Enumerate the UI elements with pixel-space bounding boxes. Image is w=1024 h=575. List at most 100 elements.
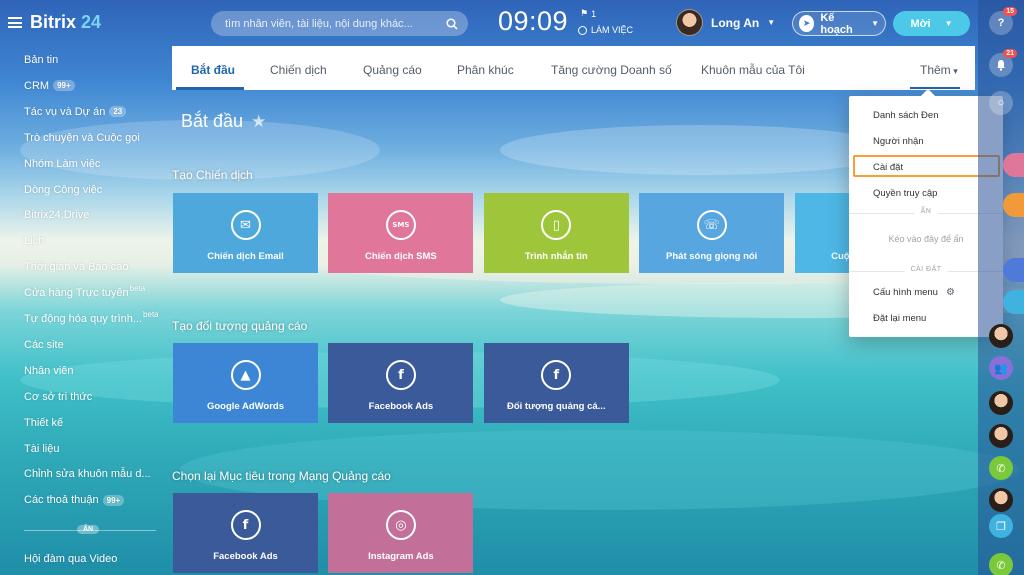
sidebar-item[interactable]: Thời gian và Báo cáo xyxy=(24,261,128,273)
right-panel: ? 15 21 ○ 👥 ✆ ❐ ✆ xyxy=(978,0,1024,575)
tab-4[interactable]: Tăng cường Doanh số xyxy=(551,63,672,77)
tile-tiles1-1[interactable]: SMS Chiến dịch SMS xyxy=(328,193,474,273)
tab-1[interactable]: Chiến dịch xyxy=(270,63,327,77)
copy-icon: ❐ xyxy=(996,520,1006,533)
group-chat-button[interactable]: 👥 xyxy=(989,356,1013,380)
tile-tiles1-0[interactable]: ✉ Chiến dịch Email xyxy=(173,193,318,273)
panel-edge-item[interactable] xyxy=(1003,193,1024,217)
sidebar-item[interactable]: Cửa hàng Trực tuyến beta xyxy=(24,284,145,300)
count-badge: 99+ xyxy=(53,80,75,92)
user-menu[interactable]: Long An ▼ xyxy=(676,9,775,36)
sidebar-item[interactable]: Cơ sở tri thức xyxy=(24,391,92,403)
chevron-down-icon: ▾ xyxy=(950,66,958,76)
tab-bar: Bắt đầu Chiến dịch Quảng cáo Phân khúc Tăng … xyxy=(172,46,975,90)
plan-button[interactable]: ➤ Kế hoạch ▼ xyxy=(792,11,886,36)
active-tab-underline xyxy=(176,87,244,90)
help-button[interactable]: ? 15 xyxy=(989,7,1017,35)
tile-label: Phát sóng giọng nói xyxy=(666,251,758,262)
sidebar-item[interactable]: Tài liệu xyxy=(24,443,59,455)
flag-icon: ⚑ xyxy=(580,8,589,18)
menu-icon[interactable] xyxy=(8,17,22,28)
sms-icon: SMS xyxy=(385,210,416,240)
search-bar[interactable] xyxy=(211,11,468,36)
phone-icon: ✆ xyxy=(996,559,1006,572)
menu-item-configure[interactable]: Cấu hình menu ⚙ xyxy=(873,287,955,298)
star-icon[interactable]: ★ xyxy=(251,112,266,132)
sidebar-item[interactable]: Các thoả thuận 99+ xyxy=(24,494,125,506)
sidebar-item[interactable]: Trò chuyện và Cuộc gọi xyxy=(24,132,140,144)
tile-tiles2-0[interactable]: ▲ Google AdWords xyxy=(173,343,318,423)
tile-label: Facebook Ads xyxy=(213,551,278,562)
notifications-button[interactable]: 21 xyxy=(989,49,1017,77)
phone-button[interactable]: ✆ xyxy=(989,456,1013,480)
flag-counter[interactable]: ⚑ 1 xyxy=(580,8,596,19)
instagram-icon: ◎ xyxy=(385,510,416,540)
sidebar-item[interactable]: Tác vụ và Dự án 23 xyxy=(24,106,127,118)
menu-item-blacklist[interactable]: Danh sách Đen xyxy=(873,110,938,121)
menu-item-settings[interactable]: Cài đặt xyxy=(873,162,903,173)
adwords-icon: ▲ xyxy=(230,360,261,390)
beta-label: beta xyxy=(143,309,159,319)
page-title: Bắt đầu ★ xyxy=(181,111,267,132)
tab-3[interactable]: Phân khúc xyxy=(457,63,514,77)
sidebar-item[interactable]: Chỉnh sửa khuôn mẫu d... xyxy=(24,468,151,480)
panel-edge-item[interactable] xyxy=(1003,258,1024,282)
search-icon[interactable] xyxy=(446,17,458,30)
section-title-audiences: Tạo đối tượng quảng cáo xyxy=(172,319,308,333)
tab-2[interactable]: Quảng cáo xyxy=(363,63,422,77)
phone-icon: ✆ xyxy=(996,462,1006,475)
email-icon: ✉ xyxy=(230,210,261,240)
circle-icon: ○ xyxy=(997,97,1005,109)
sidebar-item[interactable]: Nhóm Làm việc xyxy=(24,158,100,170)
contact-avatar[interactable] xyxy=(989,324,1013,348)
clock[interactable]: 09:09 xyxy=(498,6,568,37)
count-badge: 23 xyxy=(109,106,127,118)
sidebar-item[interactable]: Bản tin xyxy=(24,54,58,66)
tile-tiles1-2[interactable]: ▯ Trình nhắn tin xyxy=(483,193,629,273)
hidden-toggle[interactable]: ẨN xyxy=(77,525,100,534)
tile-tiles2-1[interactable]: f Facebook Ads xyxy=(328,343,474,423)
tile-tiles3-1[interactable]: ◎ Instagram Ads xyxy=(328,493,474,573)
tab-0[interactable]: Bắt đầu xyxy=(191,63,235,77)
menu-item-access-rights[interactable]: Quyền truy cập xyxy=(873,188,937,199)
tile-tiles1-4[interactable]: ☎Cuộ xyxy=(794,193,850,273)
sidebar-item[interactable]: CRM 99+ xyxy=(24,80,75,92)
logo[interactable]: Bitrix 24 xyxy=(8,12,101,33)
tile-label: Instagram Ads xyxy=(368,551,434,562)
gear-icon: ⚙ xyxy=(945,287,955,298)
sidebar-item[interactable]: Các site xyxy=(24,339,64,351)
avatar[interactable] xyxy=(676,9,703,36)
menu-item-reset[interactable]: Đặt lại menu xyxy=(873,313,926,324)
menu-item-recipients[interactable]: Người nhận xyxy=(873,136,924,147)
contact-avatar[interactable] xyxy=(989,391,1013,415)
chevron-down-icon: ▼ xyxy=(871,19,879,28)
search-input[interactable] xyxy=(225,17,446,30)
panel-edge-item[interactable] xyxy=(1003,153,1024,177)
workday-status[interactable]: LÀM VIỆC xyxy=(578,25,633,35)
sidebar-item[interactable]: Nhân viên xyxy=(24,365,74,377)
sidebar-item[interactable]: Bitrix24.Drive xyxy=(24,209,89,221)
left-sidebar: Bản tin CRM 99+ Tác vụ và Dự án 23 Trò chuyện… xyxy=(0,46,170,575)
call-button[interactable]: ✆ xyxy=(989,553,1013,575)
search-panel-button[interactable]: ○ xyxy=(989,91,1013,115)
tab-5[interactable]: Khuôn mẫu của Tôi xyxy=(701,63,805,77)
contact-avatar[interactable] xyxy=(989,424,1013,448)
help-icon: ? xyxy=(997,17,1005,29)
clock-icon xyxy=(578,25,587,35)
sidebar-item[interactable]: Lịch xyxy=(24,235,44,247)
copy-button[interactable]: ❐ xyxy=(989,514,1013,538)
invite-button[interactable]: Mời ▼ xyxy=(893,11,970,36)
contact-avatar[interactable] xyxy=(989,488,1013,512)
sidebar-item[interactable]: Tự động hóa quy trình... beta xyxy=(24,309,159,326)
tile-label: Cuộ xyxy=(831,251,850,262)
tile-tiles1-3[interactable]: ☏ Phát sóng giọng nói xyxy=(639,193,785,273)
panel-edge-item[interactable] xyxy=(1003,290,1024,314)
sidebar-item-video[interactable]: Hội đàm qua Video xyxy=(24,553,117,565)
tile-tiles3-0[interactable]: f Facebook Ads xyxy=(173,493,318,573)
sidebar-item[interactable]: Thiết kế xyxy=(24,417,63,429)
tab-6[interactable]: Thêm ▾ xyxy=(920,63,958,77)
facebook-icon: f xyxy=(385,360,416,390)
sidebar-item[interactable]: Dòng Công việc xyxy=(24,184,102,196)
tile-tiles2-2[interactable]: f Đối tượng quảng cá... xyxy=(483,343,629,423)
section-title-retargeting: Chọn lại Mục tiêu trong Mạng Quảng cáo xyxy=(172,469,391,483)
